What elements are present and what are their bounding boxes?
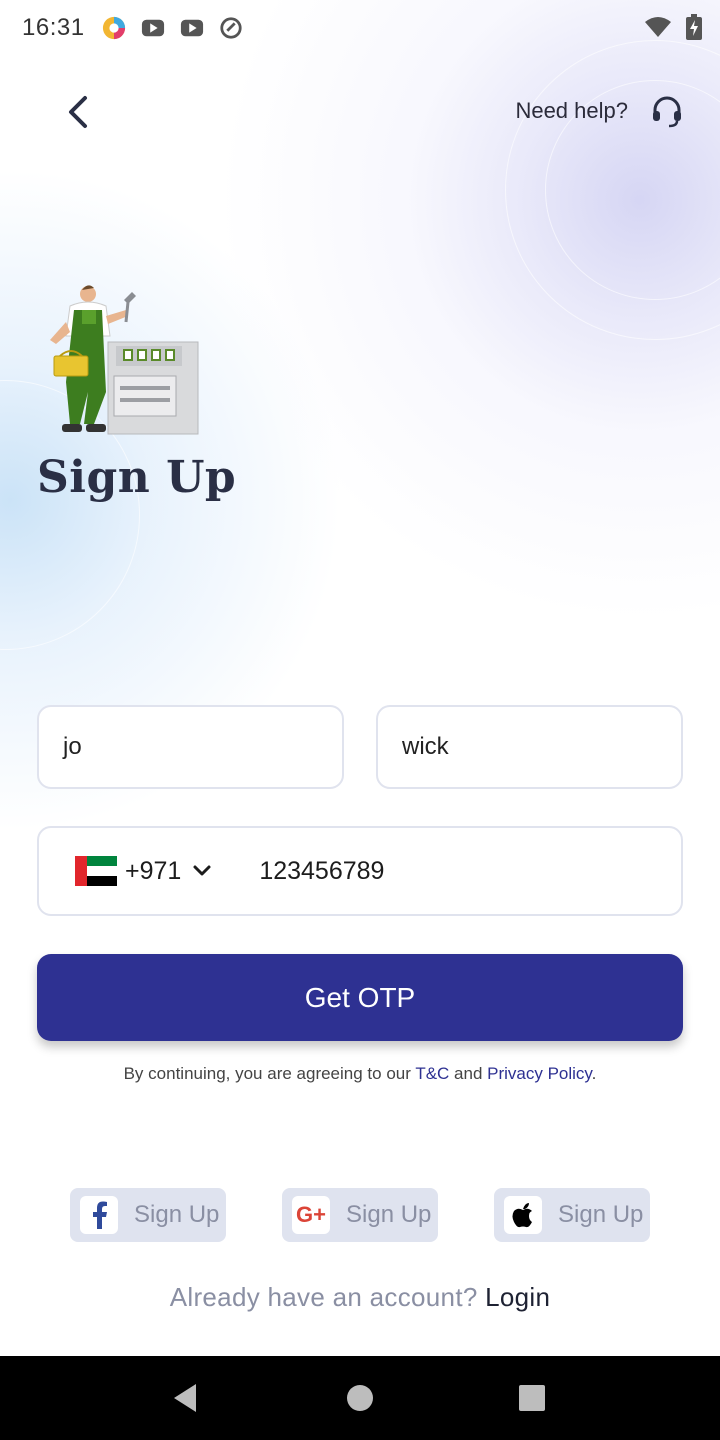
nav-home-icon[interactable]: [342, 1380, 378, 1416]
social-label: Sign Up: [346, 1201, 432, 1228]
background-gradient: [0, 0, 720, 1356]
first-name-field[interactable]: jo: [37, 705, 344, 789]
chevron-down-icon[interactable]: [191, 860, 213, 882]
tc-link[interactable]: T&C: [415, 1064, 449, 1083]
get-otp-button[interactable]: Get OTP: [37, 954, 683, 1041]
battery-charging-icon: [686, 14, 702, 40]
chevron-left-icon: [69, 96, 87, 128]
wifi-icon: [645, 17, 671, 37]
phone-number-value: 123456789: [259, 856, 385, 885]
google-signup-button[interactable]: G+ Sign Up: [282, 1188, 438, 1242]
facebook-icon: [80, 1196, 118, 1234]
page-title: Sign Up: [37, 452, 237, 503]
last-name-field[interactable]: wick: [376, 705, 683, 789]
apple-icon: [504, 1196, 542, 1234]
social-label: Sign Up: [134, 1201, 220, 1228]
login-link[interactable]: Login: [485, 1282, 550, 1312]
system-nav-bar: [0, 1356, 720, 1440]
terms-prefix: By continuing, you are agreeing to our: [123, 1064, 416, 1083]
login-row: Already have an account? Login: [0, 1282, 720, 1313]
technician-illustration: [50, 285, 199, 435]
headset-icon: [653, 96, 681, 128]
last-name-value: wick: [402, 733, 449, 760]
login-prompt: Already have an account?: [169, 1282, 486, 1312]
status-bar: 16:31: [0, 0, 720, 56]
youtube-icon: [180, 19, 204, 37]
at-sign-icon: [220, 17, 242, 39]
first-name-value: jo: [63, 733, 82, 760]
phone-field[interactable]: +971 123456789: [37, 826, 683, 916]
circle-app-icon: [102, 16, 126, 40]
need-help-label: Need help?: [515, 98, 628, 123]
terms-and: and: [449, 1064, 488, 1083]
status-time: 16:31: [22, 14, 85, 41]
need-help-button[interactable]: Need help?: [515, 94, 684, 128]
terms-text: By continuing, you are agreeing to our T…: [0, 1064, 720, 1084]
uae-flag-icon: [75, 856, 117, 886]
nav-recents-icon[interactable]: [514, 1380, 550, 1416]
youtube-icon: [141, 19, 165, 37]
facebook-signup-button[interactable]: Sign Up: [70, 1188, 226, 1242]
nav-back-icon[interactable]: [168, 1380, 204, 1416]
country-code[interactable]: +971: [125, 857, 181, 886]
back-button[interactable]: [56, 90, 100, 134]
social-label: Sign Up: [558, 1201, 644, 1228]
apple-signup-button[interactable]: Sign Up: [494, 1188, 650, 1242]
google-plus-icon: G+: [292, 1196, 330, 1234]
privacy-policy-link[interactable]: Privacy Policy: [487, 1064, 592, 1083]
terms-suffix: .: [591, 1064, 597, 1083]
